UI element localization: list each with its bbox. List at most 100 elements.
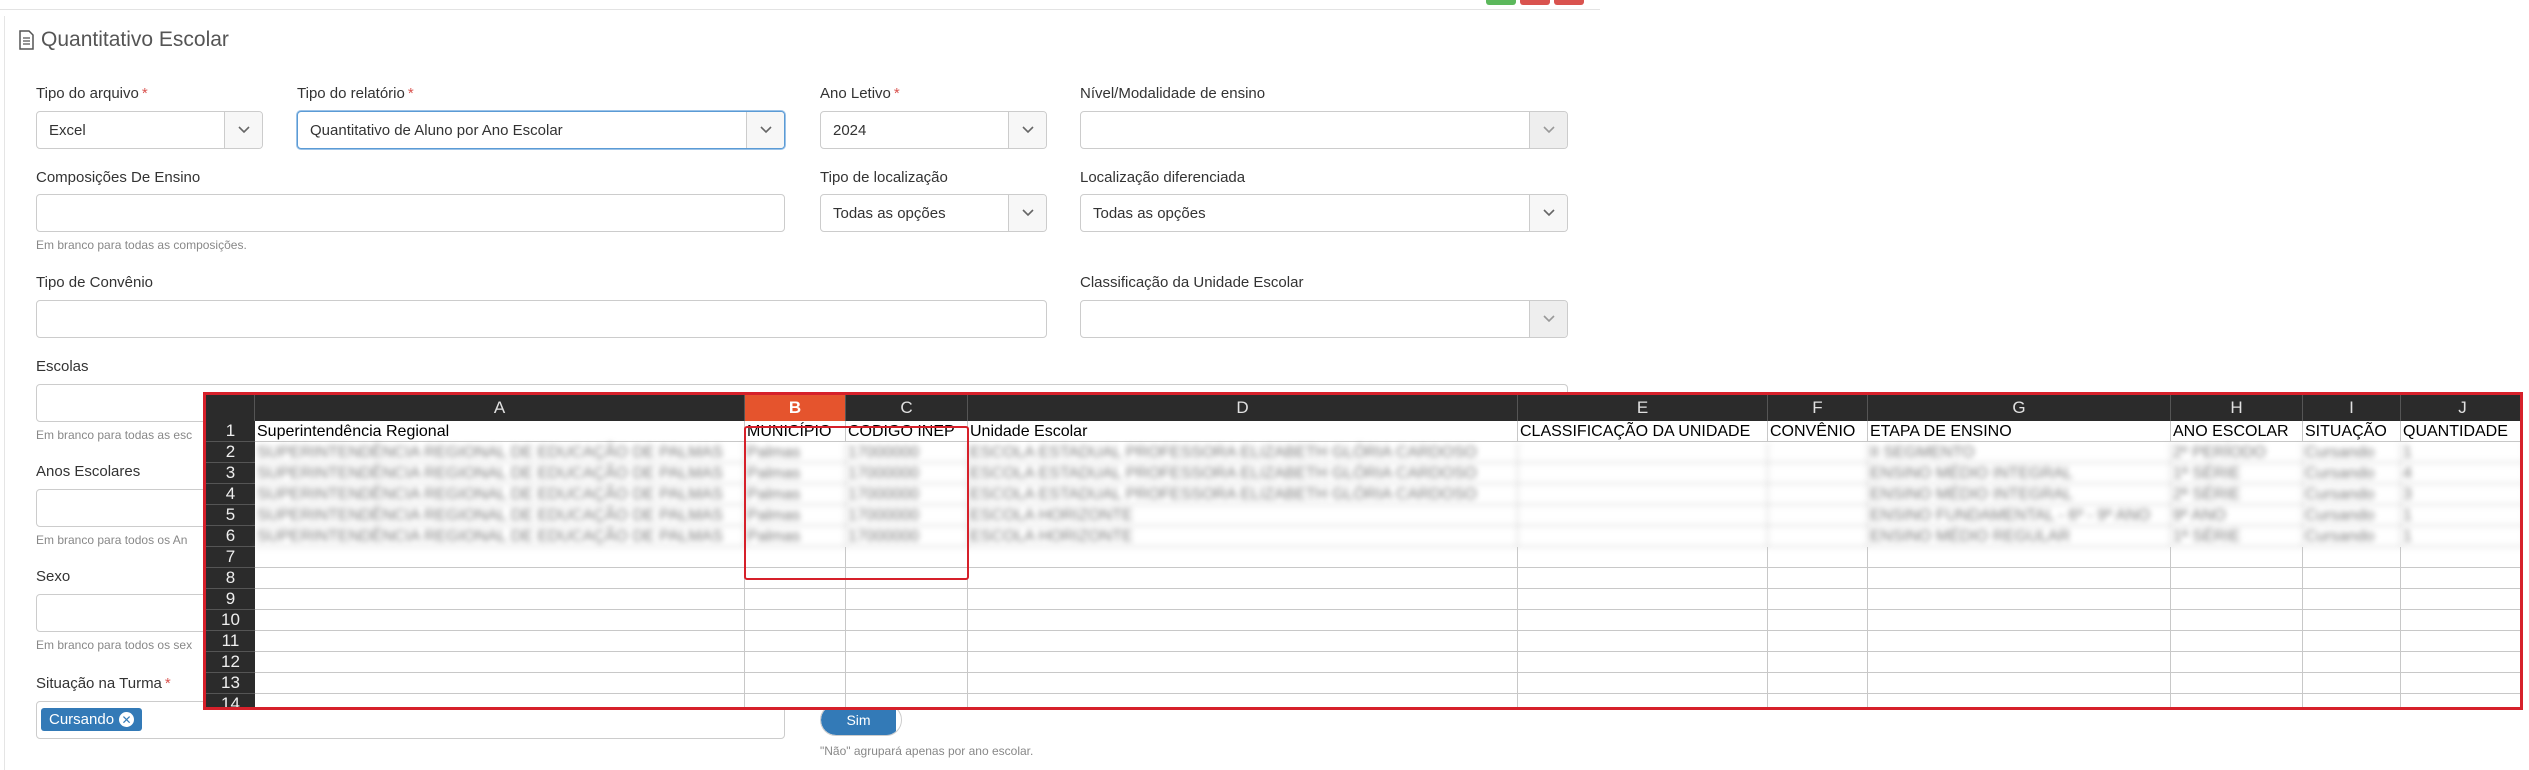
- table-cell[interactable]: [2401, 610, 2520, 631]
- table-cell[interactable]: [2303, 610, 2401, 631]
- table-cell[interactable]: Cursando: [2303, 484, 2401, 505]
- table-cell[interactable]: [1518, 505, 1768, 526]
- column-header-c[interactable]: C: [846, 395, 968, 421]
- table-cell[interactable]: [1768, 442, 1868, 463]
- table-cell[interactable]: [2401, 652, 2520, 673]
- row-number[interactable]: 2: [206, 442, 255, 463]
- table-cell[interactable]: [1518, 442, 1768, 463]
- table-cell[interactable]: [2401, 673, 2520, 694]
- table-cell[interactable]: [255, 673, 745, 694]
- table-cell[interactable]: [968, 547, 1518, 568]
- table-cell[interactable]: [846, 694, 968, 707]
- table-cell[interactable]: [1768, 463, 1868, 484]
- table-cell[interactable]: [745, 631, 846, 652]
- chevron-down-icon[interactable]: [1008, 195, 1046, 231]
- row-number[interactable]: 11: [206, 631, 255, 652]
- table-cell[interactable]: [2171, 673, 2303, 694]
- table-cell[interactable]: [745, 652, 846, 673]
- row-number[interactable]: 14: [206, 694, 255, 707]
- table-cell[interactable]: 9º ANO: [2171, 505, 2303, 526]
- composicoes-input[interactable]: [36, 194, 785, 232]
- table-cell[interactable]: 1: [2401, 526, 2520, 547]
- table-cell[interactable]: [846, 610, 968, 631]
- table-cell[interactable]: [255, 631, 745, 652]
- row-number[interactable]: 8: [206, 568, 255, 589]
- table-cell[interactable]: SUPERINTENDÊNCIA REGIONAL DE EDUCAÇÃO DE…: [255, 442, 745, 463]
- table-cell[interactable]: [968, 589, 1518, 610]
- table-cell[interactable]: [1868, 652, 2171, 673]
- table-cell[interactable]: [1518, 547, 1768, 568]
- table-cell[interactable]: [968, 673, 1518, 694]
- column-header-a[interactable]: A: [255, 395, 745, 421]
- table-cell[interactable]: ESCOLA HORIZONTE: [968, 505, 1518, 526]
- table-cell[interactable]: [2171, 589, 2303, 610]
- table-cell[interactable]: [1868, 568, 2171, 589]
- table-cell[interactable]: [1768, 652, 1868, 673]
- table-cell[interactable]: [968, 652, 1518, 673]
- table-cell[interactable]: [846, 589, 968, 610]
- table-cell[interactable]: 4: [2401, 463, 2520, 484]
- table-cell[interactable]: [846, 631, 968, 652]
- sexo-input[interactable]: [36, 594, 216, 632]
- tipo-localizacao-select[interactable]: Todas as opções: [820, 194, 1047, 232]
- table-cell[interactable]: [2303, 652, 2401, 673]
- table-cell[interactable]: [846, 673, 968, 694]
- row-number[interactable]: 5: [206, 505, 255, 526]
- green-button[interactable]: [1486, 0, 1516, 5]
- red-button-2[interactable]: [1554, 0, 1584, 5]
- table-cell[interactable]: [745, 589, 846, 610]
- ano-letivo-select[interactable]: 2024: [820, 111, 1047, 149]
- table-cell[interactable]: 2ª SÉRIE: [2171, 484, 2303, 505]
- column-header-h[interactable]: H: [2171, 395, 2303, 421]
- table-cell[interactable]: [1868, 694, 2171, 707]
- table-cell[interactable]: 1ª SÉRIE: [2171, 463, 2303, 484]
- table-cell[interactable]: [1518, 526, 1768, 547]
- table-cell[interactable]: [1768, 631, 1868, 652]
- chevron-down-icon[interactable]: [1529, 195, 1567, 231]
- column-header-i[interactable]: I: [2303, 395, 2401, 421]
- table-cell[interactable]: SUPERINTENDÊNCIA REGIONAL DE EDUCAÇÃO DE…: [255, 505, 745, 526]
- table-cell[interactable]: [2401, 568, 2520, 589]
- table-cell[interactable]: [2303, 631, 2401, 652]
- table-cell[interactable]: [968, 568, 1518, 589]
- table-cell[interactable]: [2171, 631, 2303, 652]
- table-cell[interactable]: [1518, 589, 1768, 610]
- table-cell[interactable]: [1768, 484, 1868, 505]
- header-cell[interactable]: Superintendência Regional: [255, 421, 745, 442]
- table-cell[interactable]: [2303, 547, 2401, 568]
- column-header-b[interactable]: B: [745, 395, 846, 421]
- table-cell[interactable]: [1768, 526, 1868, 547]
- table-cell[interactable]: ENSINO MÉDIO INTEGRAL: [1868, 484, 2171, 505]
- table-cell[interactable]: ENSINO FUNDAMENTAL - 6º - 9º ANO: [1868, 505, 2171, 526]
- column-header-d[interactable]: D: [968, 395, 1518, 421]
- table-cell[interactable]: [2171, 547, 2303, 568]
- column-header-j[interactable]: J: [2401, 395, 2520, 421]
- table-cell[interactable]: [1768, 589, 1868, 610]
- table-cell[interactable]: [1768, 505, 1868, 526]
- chevron-down-icon[interactable]: [1529, 112, 1567, 148]
- table-cell[interactable]: 2º PERÍODO: [2171, 442, 2303, 463]
- table-cell[interactable]: ESCOLA HORIZONTE: [968, 526, 1518, 547]
- table-cell[interactable]: [1518, 694, 1768, 707]
- table-cell[interactable]: ESCOLA ESTADUAL PROFESSORA ELIZABETH GLÓ…: [968, 463, 1518, 484]
- row-number[interactable]: 4: [206, 484, 255, 505]
- table-cell[interactable]: 1: [2401, 442, 2520, 463]
- table-cell[interactable]: [846, 652, 968, 673]
- tipo-convenio-input[interactable]: [36, 300, 1047, 338]
- table-cell[interactable]: [968, 610, 1518, 631]
- red-button[interactable]: [1520, 0, 1550, 5]
- row-number[interactable]: 10: [206, 610, 255, 631]
- column-header-g[interactable]: G: [1868, 395, 2171, 421]
- table-cell[interactable]: 3: [2401, 484, 2520, 505]
- table-cell[interactable]: [1768, 568, 1868, 589]
- chevron-down-icon[interactable]: [746, 112, 784, 148]
- table-cell[interactable]: [1518, 631, 1768, 652]
- table-cell[interactable]: [255, 547, 745, 568]
- table-cell[interactable]: [2171, 610, 2303, 631]
- table-cell[interactable]: [1768, 673, 1868, 694]
- table-cell[interactable]: [968, 694, 1518, 707]
- header-cell[interactable]: QUANTIDADE: [2401, 421, 2520, 442]
- close-icon[interactable]: ✕: [119, 712, 135, 727]
- table-cell[interactable]: [1868, 610, 2171, 631]
- header-cell[interactable]: SITUAÇÃO: [2303, 421, 2401, 442]
